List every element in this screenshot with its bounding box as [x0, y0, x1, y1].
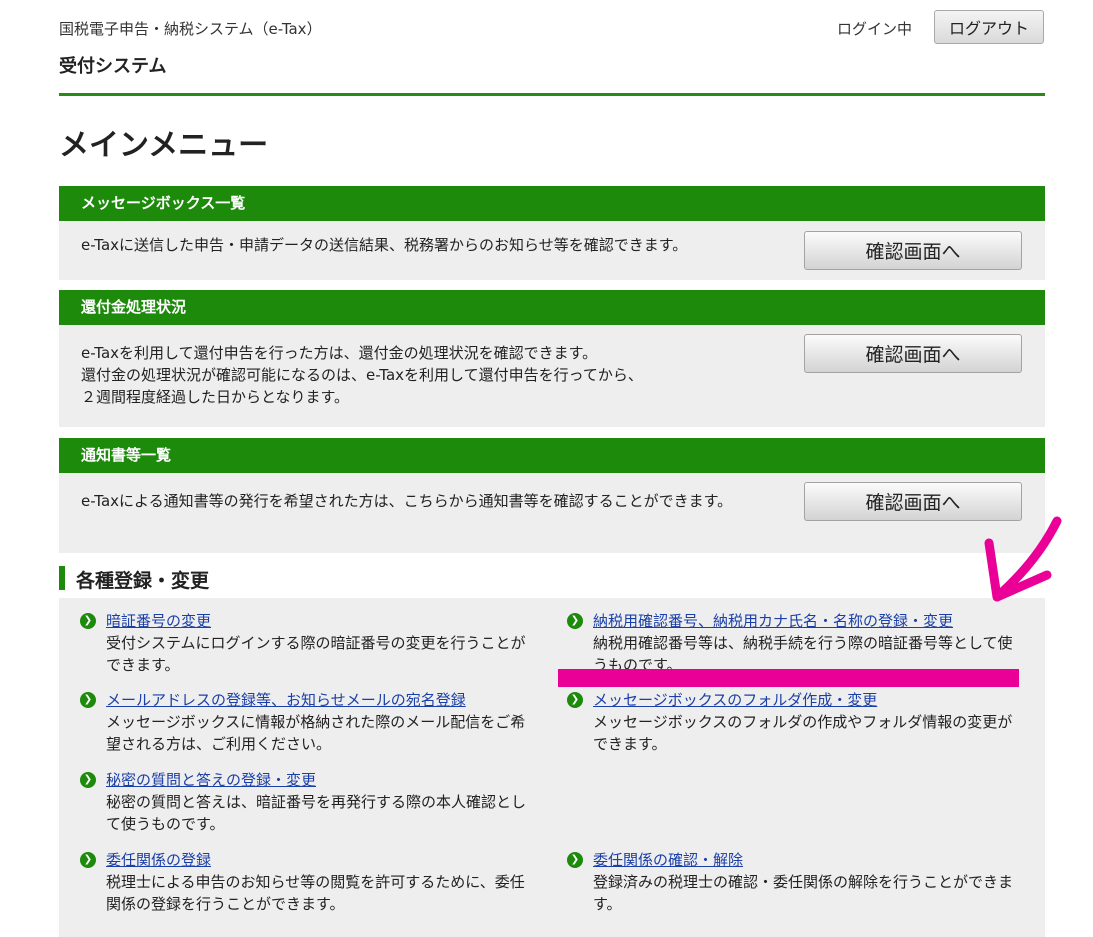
link-description: 秘密の質問と答えは、暗証番号を再発行する際の本人確認として使うものです。: [106, 793, 527, 833]
confirm-button-message-box[interactable]: 確認画面へ: [804, 231, 1022, 270]
link-change-pin[interactable]: 暗証番号の変更: [106, 610, 211, 632]
link-description: メッセージボックスのフォルダの作成やフォルダ情報の変更ができます。: [593, 713, 1013, 753]
panel-title: 通知書等一覧: [59, 438, 1045, 473]
chevron-right-circle-icon: ❯: [80, 852, 96, 868]
subsystem-name: 受付システム: [59, 56, 167, 77]
annotation-arrow-icon: [984, 516, 1062, 602]
panel-description: e-Taxによる通知書等の発行を希望された方は、こちらから通知書等を確認すること…: [81, 492, 733, 510]
panel-description: e-Taxを利用して還付申告を行った方は、還付金の処理状況を確認できます。 還付…: [81, 344, 643, 406]
panel-title: 還付金処理状況: [59, 290, 1045, 325]
chevron-right-circle-icon: ❯: [80, 772, 96, 788]
link-email-registration[interactable]: メールアドレスの登録等、お知らせメールの宛名登録: [106, 689, 466, 711]
login-status: ログイン中: [837, 20, 913, 38]
link-payment-confirmation-number[interactable]: 納税用確認番号、納税用カナ氏名・名称の登録・変更: [593, 610, 953, 632]
panel-body: e-Taxによる通知書等の発行を希望された方は、こちらから通知書等を確認すること…: [59, 473, 1045, 553]
chevron-right-circle-icon: ❯: [567, 692, 583, 708]
registration-links-area: ❯ 暗証番号の変更 受付システムにログインする際の暗証番号の変更を行うことができ…: [59, 598, 1045, 937]
confirm-button-refund-status[interactable]: 確認画面へ: [804, 334, 1022, 373]
panel-refund-status: 還付金処理状況 e-Taxを利用して還付申告を行った方は、還付金の処理状況を確認…: [59, 290, 1045, 427]
section-accent-bar: [59, 566, 65, 590]
panel-message-box: メッセージボックス一覧 e-Taxに送信した申告・申請データの送信結果、税務署か…: [59, 186, 1045, 280]
chevron-right-circle-icon: ❯: [567, 613, 583, 629]
panel-description: e-Taxに送信した申告・申請データの送信結果、税務署からのお知らせ等を確認でき…: [81, 236, 688, 254]
logout-button[interactable]: ログアウト: [934, 10, 1044, 44]
link-description: メッセージボックスに情報が格納された際のメール配信をご希望される方は、ご利用くだ…: [106, 713, 526, 753]
link-description: 受付システムにログインする際の暗証番号の変更を行うことができます。: [106, 634, 526, 674]
panel-body: e-Taxに送信した申告・申請データの送信結果、税務署からのお知らせ等を確認でき…: [59, 221, 1045, 280]
chevron-right-circle-icon: ❯: [80, 692, 96, 708]
chevron-right-circle-icon: ❯: [80, 613, 96, 629]
link-message-box-folders[interactable]: メッセージボックスのフォルダ作成・変更: [593, 689, 877, 711]
panel-title: メッセージボックス一覧: [59, 186, 1045, 221]
link-description: 登録済みの税理士の確認・委任関係の解除を行うことができます。: [593, 873, 1014, 913]
section-title: 各種登録・変更: [76, 570, 210, 592]
panel-notices: 通知書等一覧 e-Taxによる通知書等の発行を希望された方は、こちらから通知書等…: [59, 438, 1045, 553]
link-delegation-confirm-cancel[interactable]: 委任関係の確認・解除: [593, 849, 743, 871]
header-divider: [59, 93, 1045, 96]
panel-body: e-Taxを利用して還付申告を行った方は、還付金の処理状況を確認できます。 還付…: [59, 325, 1045, 427]
link-delegation-registration[interactable]: 委任関係の登録: [106, 849, 211, 871]
system-name: 国税電子申告・納税システム（e-Tax）: [59, 20, 322, 38]
link-secret-question[interactable]: 秘密の質問と答えの登録・変更: [106, 769, 316, 791]
annotation-highlight-bar: [558, 669, 1019, 687]
link-description: 税理士による申告のお知らせ等の閲覧を許可するために、委任関係の登録を行うことがで…: [106, 873, 525, 913]
chevron-right-circle-icon: ❯: [567, 852, 583, 868]
page-title: メインメニュー: [59, 128, 269, 163]
